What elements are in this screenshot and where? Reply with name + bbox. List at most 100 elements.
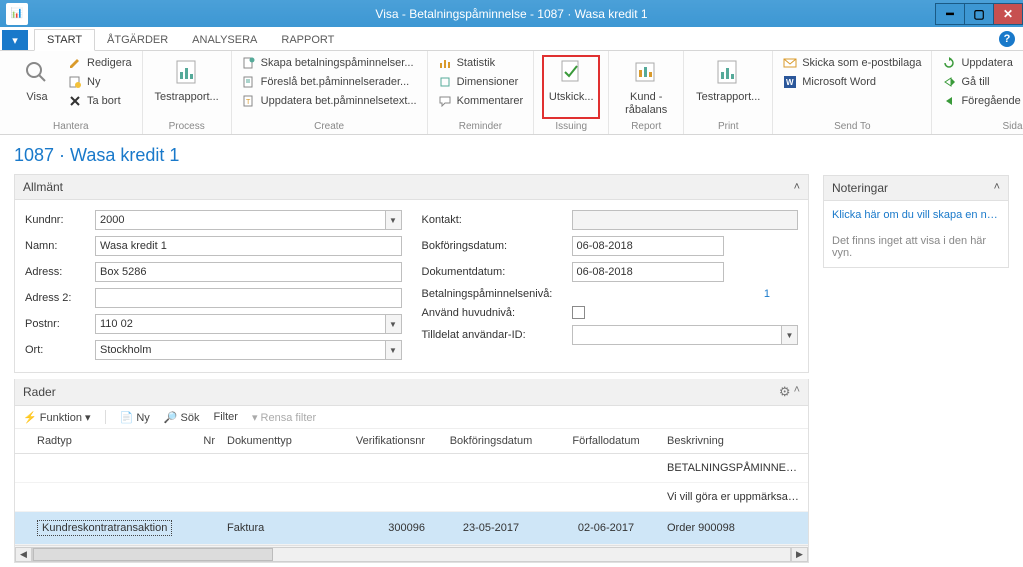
docdate-input[interactable] [572,262,724,282]
word-button[interactable]: WMicrosoft Word [781,74,923,90]
cell-nr [181,512,221,545]
send-email-button[interactable]: Skicka som e-postbilaga [781,55,923,71]
city-input[interactable] [95,340,386,360]
cell-ver: 300096 [331,512,431,545]
send-email-label: Skicka som e-postbilaga [802,57,921,69]
contact-label: Kontakt: [422,214,572,226]
custno-dropdown[interactable]: ▼ [386,210,402,230]
prev-button[interactable]: Föregående [940,93,1022,109]
notes-header[interactable]: Noteringar ˄ [823,175,1009,201]
dimensions-button[interactable]: Dimensioner [436,74,526,90]
scroll-track[interactable] [32,547,791,562]
ribbon-tabs: ▾ START ÅTGÄRDER ANALYSERA RAPPORT ? [0,27,1023,51]
scroll-right[interactable]: ▶ [791,547,808,562]
col-post[interactable]: Bokföringsdatum [431,429,551,454]
scroll-left[interactable]: ◀ [15,547,32,562]
new-label: Ny [87,76,100,88]
stats-button[interactable]: Statistik [436,55,526,71]
comments-button[interactable]: Kommentarer [436,93,526,109]
delete-icon [68,94,82,108]
edit-button[interactable]: Redigera [66,55,134,71]
report-icon [171,57,203,89]
filter-button[interactable]: Filter [214,411,238,423]
comments-label: Kommentarer [457,95,524,107]
sep [105,410,106,424]
userid-dropdown[interactable]: ▼ [782,325,798,345]
addr-input[interactable] [95,262,402,282]
goto-label: Gå till [961,76,989,88]
refresh-label: Uppdatera [961,57,1012,69]
func-menu[interactable]: ⚡ Funktion ▾ [23,411,91,424]
col-due[interactable]: Förfallodatum [551,429,661,454]
print-testreport-button[interactable]: Testrapport... [692,55,764,119]
new-button[interactable]: Ny [66,74,134,90]
cell-type[interactable]: Kundreskontratransaktion [37,520,172,536]
col-type[interactable]: Radtyp [31,429,181,454]
cell-due: 02-06-2017 [551,512,661,545]
dimensions-label: Dimensioner [457,76,519,88]
addr2-input[interactable] [95,288,402,308]
tab-report[interactable]: RAPPORT [269,30,346,50]
group-print-label: Print [692,119,764,132]
custno-input[interactable] [95,210,386,230]
suggest-lines-button[interactable]: Föreslå bet.påminnelserader... [240,74,419,90]
page-title: 1087 · Wasa kredit 1 [14,145,809,166]
level-value[interactable]: 1 [572,288,799,300]
postdate-input[interactable] [572,236,724,256]
group-process: Testrapport... Process [143,51,232,134]
group-report-label: Report [617,119,675,132]
stats-label: Statistik [457,57,496,69]
scroll-thumb[interactable] [33,548,273,561]
refresh-button[interactable]: Uppdatera [940,55,1022,71]
dimensions-icon [438,75,452,89]
col-desc[interactable]: Beskrivning [661,429,808,454]
goto-button[interactable]: Gå till [940,74,1022,90]
post-dropdown[interactable]: ▼ [386,314,402,334]
ribbon: Visa Redigera Ny Ta bort Hantera Testrap… [0,51,1023,135]
update-text-button[interactable]: TUppdatera bet.påminnelsetext... [240,93,419,109]
gear-icon[interactable]: ⚙ [779,384,791,400]
create-reminders-button[interactable]: Skapa betalningspåminnelser... [240,55,419,71]
col-ver[interactable]: Verifikationsnr [331,429,431,454]
city-dropdown[interactable]: ▼ [386,340,402,360]
filter-label: Filter [214,411,238,423]
contact-input[interactable] [572,210,799,230]
general-header[interactable]: Allmänt ˄ [14,174,809,200]
table-row-selected[interactable]: Kundreskontratransaktion Faktura 300096 … [15,512,808,545]
view-button[interactable]: Visa [8,55,66,119]
col-doctype[interactable]: Dokumenttyp [221,429,331,454]
tab-analyze[interactable]: ANALYSERA [180,30,269,50]
help-icon[interactable]: ? [999,31,1015,47]
name-input[interactable] [95,236,402,256]
cust-balance-button[interactable]: Kund - råbalans [617,55,675,119]
issue-icon [555,57,587,89]
lines-toolbar: ⚡ Funktion ▾ 📄 Ny 🔎 Sök Filter ▾ Rensa f… [15,406,808,429]
cell-desc: Order 900098 [661,512,808,545]
find-button[interactable]: 🔎 Sök [164,411,200,424]
delete-button[interactable]: Ta bort [66,93,134,109]
userid-input[interactable] [572,325,783,345]
table-row[interactable]: BETALNINGSPÅMINNELSE [15,454,808,483]
testreport-button[interactable]: Testrapport... [151,55,223,119]
side-panel: Noteringar ˄ Klicka här om du vill skapa… [823,145,1009,563]
tab-start[interactable]: START [34,29,95,51]
lines-header[interactable]: Rader ⚙˄ [15,379,808,406]
usemain-checkbox[interactable] [572,306,585,319]
h-scrollbar[interactable]: ◀ ▶ [15,545,808,562]
lines-table: Radtyp Nr Dokumenttyp Verifikationsnr Bo… [15,429,808,545]
tab-actions[interactable]: ÅTGÄRDER [95,30,180,50]
delete-label: Ta bort [87,95,121,107]
group-sendto-label: Send To [781,119,923,132]
cell-desc: BETALNINGSPÅMINNELSE [661,454,808,483]
post-input[interactable] [95,314,386,334]
issue-button[interactable]: Utskick... [542,55,600,119]
col-nr[interactable]: Nr [181,429,221,454]
cell-post: 23-05-2017 [431,512,551,545]
file-menu[interactable]: ▾ [2,30,28,50]
new-note-link[interactable]: Klicka här om du vill skapa en ny an... [832,209,1000,221]
table-row[interactable]: Vi vill göra er uppmärksam på att vi ... [15,483,808,512]
balance-icon [630,57,662,89]
new-line-button[interactable]: 📄 Ny [120,411,150,424]
func-label: Funktion [40,412,82,424]
clear-filter-button[interactable]: ▾ Rensa filter [252,411,316,424]
